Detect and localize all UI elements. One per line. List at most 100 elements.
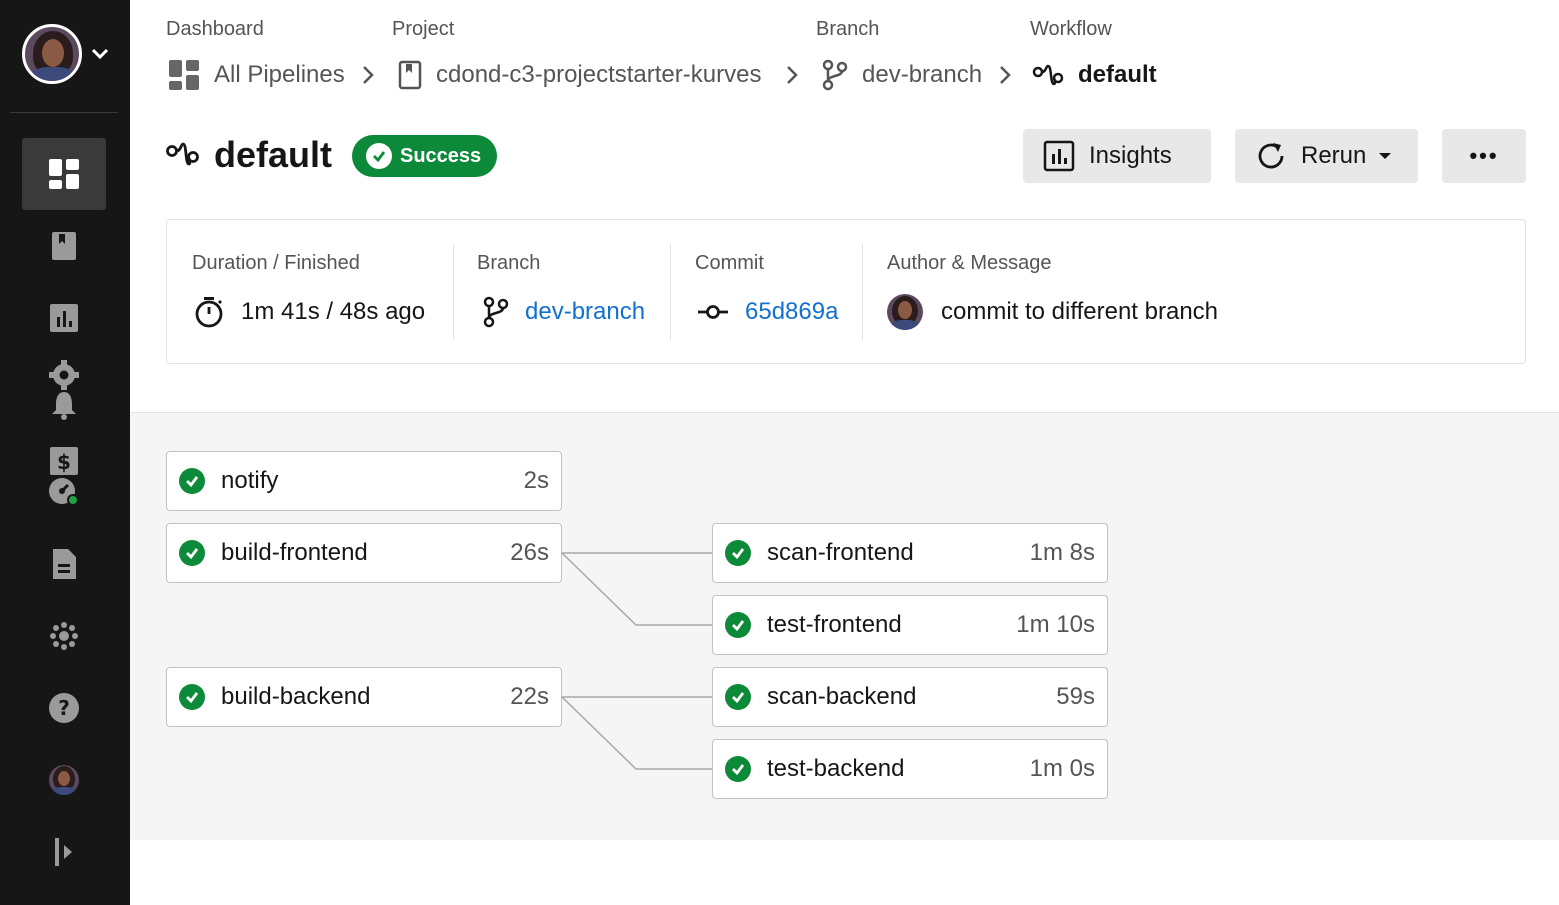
sidebar-item-expand[interactable] [22, 816, 106, 888]
sidebar-item-profile[interactable] [22, 744, 106, 816]
insights-icon [1043, 140, 1075, 172]
chevron-right-icon [787, 66, 798, 84]
svg-text:$: $ [57, 450, 71, 474]
job-duration: 1m 10s [1016, 611, 1095, 638]
sidebar-item-docs[interactable] [22, 528, 106, 600]
job-card-build-frontend[interactable]: build-frontend 26s [166, 523, 562, 583]
commit-value[interactable]: 65d869a [697, 296, 838, 328]
job-duration: 1m 0s [1029, 755, 1095, 782]
job-duration: 1m 8s [1029, 539, 1095, 566]
commit-label: Commit [695, 252, 764, 274]
duration-text: 1m 41s / 48s ago [241, 298, 426, 325]
branch-value[interactable]: dev-branch [483, 296, 645, 328]
sidebar-item-billing[interactable]: $ [22, 440, 106, 512]
author-avatar [887, 294, 923, 330]
refresh-icon [1255, 140, 1287, 172]
chevron-right-icon [363, 66, 374, 84]
help-icon: ? [49, 693, 79, 723]
breadcrumb-branch[interactable]: dev-branch [822, 58, 982, 92]
job-card-scan-frontend[interactable]: scan-frontend 1m 8s [712, 523, 1108, 583]
duration-value: 1m 41s / 48s ago [193, 296, 425, 328]
job-name: scan-frontend [767, 539, 914, 566]
settings-icon [49, 360, 79, 390]
workflow-icon [166, 142, 199, 166]
check-circle-icon [179, 540, 205, 566]
check-circle-icon [179, 468, 205, 494]
sidebar-item-projects[interactable] [22, 210, 106, 282]
check-circle-icon [725, 540, 751, 566]
job-card-notify[interactable]: notify 2s [166, 451, 562, 511]
job-duration: 2s [523, 467, 549, 494]
breadcrumb-branch-label: Branch [816, 18, 880, 40]
breadcrumb-workflow-label: Workflow [1030, 18, 1112, 40]
sidebar-divider [10, 112, 118, 113]
breadcrumb-all-pipelines-text: All Pipelines [214, 61, 345, 88]
commit-icon [697, 302, 729, 322]
insights-button-label: Insights [1089, 142, 1172, 169]
sidebar-item-insights[interactable] [22, 282, 106, 354]
breadcrumb-project-text: cdond-c3-projectstarter-kurves [436, 61, 762, 88]
check-circle-icon [725, 684, 751, 710]
sidebar-item-settings[interactable] [22, 354, 106, 426]
breadcrumb-dashboard-label: Dashboard [166, 18, 264, 40]
author-value: commit to different branch [887, 294, 1219, 330]
job-name: scan-backend [767, 683, 917, 710]
job-card-build-backend[interactable]: build-backend 22s [166, 667, 562, 727]
job-name: build-backend [221, 683, 371, 710]
chevron-down-icon[interactable] [90, 44, 110, 64]
user-avatar[interactable] [22, 24, 82, 84]
user-avatar-icon [49, 765, 79, 795]
job-card-test-backend[interactable]: test-backend 1m 0s [712, 739, 1108, 799]
breadcrumb-workflow: default [1032, 58, 1157, 92]
status-icon[interactable] [48, 476, 80, 506]
sidebar-item-dashboard[interactable] [22, 138, 106, 210]
project-icon [398, 60, 422, 90]
branch-icon [483, 296, 509, 328]
breadcrumb-workflow-text: default [1078, 61, 1157, 88]
stopwatch-icon [193, 296, 225, 328]
pipeline-summary-card: Duration / Finished 1m 41s / 48s ago Bra… [166, 219, 1526, 364]
check-circle-icon [725, 756, 751, 782]
workflow-graph: notify 2s build-frontend 26s scan-fronte… [130, 412, 1559, 840]
page-title: default [214, 134, 333, 175]
community-icon [50, 622, 78, 650]
sidebar: $ ? [0, 0, 130, 905]
commit-message: commit to different branch [941, 298, 1219, 325]
billing-icon: $ [50, 447, 78, 475]
breadcrumb-all-pipelines[interactable]: All Pipelines [168, 58, 345, 92]
sidebar-item-community[interactable] [22, 600, 106, 672]
commit-link[interactable]: 65d869a [745, 298, 838, 326]
check-circle-icon [725, 612, 751, 638]
branch-link[interactable]: dev-branch [525, 298, 645, 326]
projects-icon [52, 232, 76, 260]
job-name: build-frontend [221, 539, 368, 566]
caret-down-icon [1379, 153, 1392, 159]
dashboard-icon [49, 159, 79, 189]
job-name: test-frontend [767, 611, 902, 638]
svg-text:?: ? [58, 696, 70, 720]
chevron-right-icon [1000, 66, 1011, 84]
branch-icon [822, 59, 848, 91]
sidebar-item-help[interactable]: ? [22, 672, 106, 744]
pipelines-icon [168, 59, 200, 91]
breadcrumb-project-label: Project [392, 18, 455, 40]
more-actions-button[interactable]: ••• [1442, 129, 1526, 183]
job-duration: 59s [1056, 683, 1095, 710]
rerun-button[interactable]: Rerun [1235, 129, 1418, 183]
more-icon: ••• [1469, 143, 1499, 168]
job-card-scan-backend[interactable]: scan-backend 59s [712, 667, 1108, 727]
job-duration: 22s [510, 683, 549, 710]
workflow-icon [1032, 63, 1064, 87]
breadcrumb-branch-text: dev-branch [862, 61, 983, 88]
job-card-test-frontend[interactable]: test-frontend 1m 10s [712, 595, 1108, 655]
duration-label: Duration / Finished [192, 252, 360, 274]
check-circle-icon [366, 143, 392, 169]
insights-button[interactable]: Insights [1023, 129, 1211, 183]
check-circle-icon [179, 684, 205, 710]
rerun-button-label: Rerun [1301, 142, 1367, 169]
status-badge: Success [352, 135, 497, 177]
job-name: notify [221, 467, 279, 494]
notifications-icon[interactable] [50, 390, 78, 420]
author-label: Author & Message [887, 252, 1052, 274]
breadcrumb-project[interactable]: cdond-c3-projectstarter-kurves [398, 58, 761, 92]
